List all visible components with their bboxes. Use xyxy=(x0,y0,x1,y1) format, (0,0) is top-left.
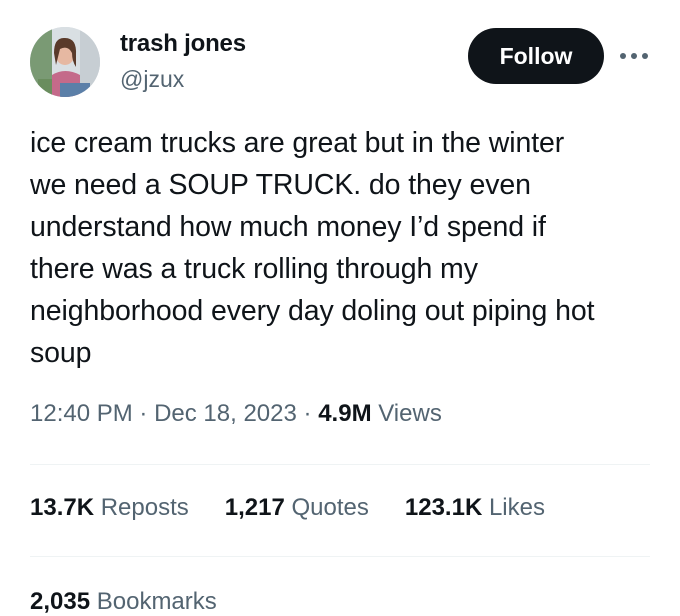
follow-button[interactable]: Follow xyxy=(468,28,604,84)
meta-separator: · xyxy=(303,400,312,427)
views-label: Views xyxy=(378,400,442,427)
bookmarks-label: Bookmarks xyxy=(96,588,217,615)
more-options-button[interactable] xyxy=(614,44,654,68)
bookmarks-stat[interactable]: 2,035 Bookmarks xyxy=(30,588,217,616)
author-display-name[interactable]: trash jones xyxy=(120,30,246,58)
reposts-label: Reposts xyxy=(100,494,189,521)
quotes-count: 1,217 xyxy=(224,494,285,521)
author-handle[interactable]: @jzux xyxy=(120,66,184,93)
tweet-text: ice cream trucks are great but in the wi… xyxy=(30,127,595,369)
tweet-card: trash jones @jzux Follow ice cream truck… xyxy=(0,0,680,615)
avatar-photo xyxy=(30,27,100,97)
quotes-stat[interactable]: 1,217 Quotes xyxy=(225,494,369,522)
more-horizontal-icon xyxy=(620,53,648,59)
views-count: 4.9M xyxy=(318,400,372,427)
reposts-count: 13.7K xyxy=(30,494,95,521)
meta-separator: · xyxy=(139,400,148,427)
tweet-date[interactable]: Dec 18, 2023 xyxy=(154,400,297,427)
avatar[interactable] xyxy=(30,27,100,97)
quotes-label: Quotes xyxy=(291,494,369,521)
divider xyxy=(30,556,650,557)
likes-count: 123.1K xyxy=(404,494,483,521)
engagement-stats: 13.7K Reposts 1,217 Quotes 123.1K Likes xyxy=(30,494,545,522)
divider xyxy=(30,464,650,465)
likes-label: Likes xyxy=(488,494,545,521)
tweet-metadata: 12:40 PM · Dec 18, 2023 · 4.9M Views xyxy=(30,400,442,428)
likes-stat[interactable]: 123.1K Likes xyxy=(405,494,545,522)
tweet-time[interactable]: 12:40 PM xyxy=(30,400,133,427)
bookmarks-count: 2,035 xyxy=(30,588,91,615)
reposts-stat[interactable]: 13.7K Reposts xyxy=(30,494,189,522)
